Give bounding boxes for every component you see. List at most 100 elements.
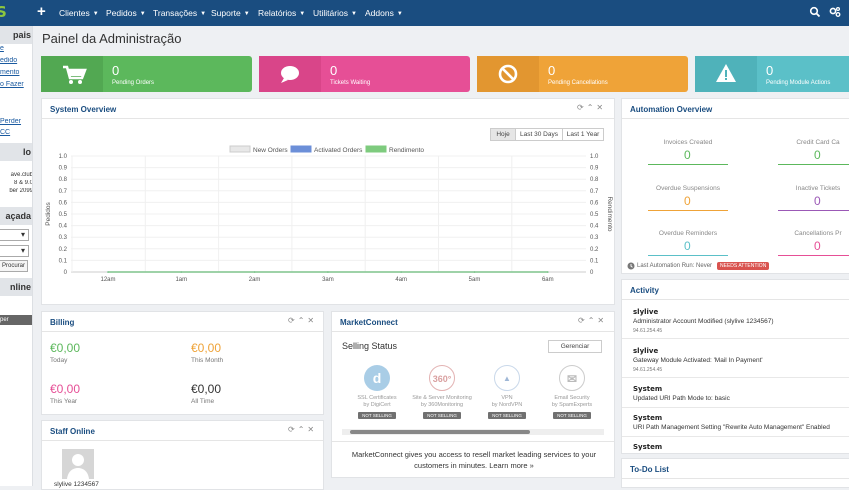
nav-pedidos[interactable]: Pedidos ▼ [106,8,146,18]
activity-text: Gateway Module Activated: 'Mail In Payme… [633,357,763,364]
stat-value: 0 [548,63,556,78]
sidebar-link[interactable]: edido [0,57,32,64]
series-point [253,271,256,273]
y-tick-label: 0.6 [59,200,68,206]
series-point [547,271,549,273]
add-new-icon[interactable]: + [37,3,46,20]
stat-pending-cancellations[interactable]: 0 Pending Cancellations [477,56,688,92]
service-ssl[interactable]: d SSL Certificates by DigiCert NOT SELLI… [346,365,408,419]
search-field-select[interactable] [0,245,29,257]
panel-controls[interactable]: ⟳⌃✕ [288,316,317,325]
automation-progress-bar [648,210,728,211]
automation-value[interactable]: 0 [684,239,691,253]
search-icon[interactable] [809,6,821,18]
x-tick-label: 12am [100,277,115,283]
automation-value[interactable]: 0 [814,148,821,162]
nav-clientes[interactable]: Clientes ▼ [59,8,99,18]
sidebar-user-tag[interactable]: per [0,315,32,325]
panel-controls[interactable]: ⟳⌃✕ [288,425,317,434]
sidebar-link[interactable]: CC [0,129,32,136]
services-scrollbar[interactable] [342,429,604,435]
y-tick-label-right: 0.1 [590,258,599,264]
sidebar: pais e edido mento o Fazer Perder CC lo … [0,26,33,486]
nav-utilitarios[interactable]: Utilitários ▼ [313,8,357,18]
service-monitoring[interactable]: 360° Site & Server Monitoring by 360Moni… [411,365,473,419]
sidebar-heading-shortcuts: pais [0,26,32,44]
stat-label: Pending Cancellations [548,80,608,86]
avatar[interactable] [62,449,94,479]
panel-title: Staff Online [50,427,95,436]
clock-icon [627,262,635,270]
gears-icon[interactable] [829,6,841,18]
panel-controls[interactable]: ⟳⌃✕ [577,103,606,112]
x-tick-label: 6am [542,277,554,283]
legend-label: New Orders [253,147,288,154]
y-tick-label-right: 0.8 [590,177,599,183]
billing-today-value: €0,00 [50,341,81,355]
panel-title: System Overview [50,105,117,114]
panel-title: MarketConnect [340,318,398,327]
needs-attention-badge[interactable]: NEEDS ATTENTION [717,262,770,270]
y-axis-title-right: Rendimento [606,196,613,231]
sidebar-link[interactable]: mento [0,69,32,76]
y-tick-label-right: 0.3 [590,235,599,241]
automation-label: Overdue Reminders [658,230,718,237]
panel-title: Billing [50,318,75,327]
automation-value[interactable]: 0 [814,239,821,253]
automation-value[interactable]: 0 [814,194,821,208]
nav-addons[interactable]: Addons ▼ [365,8,403,18]
todo-panel: To-Do List [621,458,849,488]
top-navbar: S + Clientes ▼ Pedidos ▼ Transações ▼ Supor… [0,0,849,26]
billing-panel: Billing ⟳⌃✕ €0,00 Today €0,00 This Month… [41,311,324,415]
sidebar-link[interactable]: o Fazer [0,81,32,88]
panel-controls[interactable]: ⟳⌃✕ [578,316,607,325]
nordvpn-icon: ▲ [494,365,520,391]
staff-name[interactable]: slylive 1234567 [54,481,99,488]
billing-year-value: €0,00 [50,382,81,396]
sidebar-info-line: ber 2099 [9,188,33,194]
cart-icon [41,56,103,92]
activity-user: System [633,414,663,422]
nav-suporte[interactable]: Suporte ▼ [211,8,250,18]
stat-label: Tickets Waiting [330,80,371,86]
sidebar-link[interactable]: Perder [0,118,32,125]
billing-today-label: Today [50,357,68,364]
stat-tickets-waiting[interactable]: 0 Tickets Waiting [259,56,470,92]
x-tick-label: 4am [395,277,407,283]
scrollbar-thumb[interactable] [350,430,530,434]
manage-button[interactable]: Gerenciar [548,340,602,353]
warning-icon [695,56,757,92]
automation-progress-bar [778,255,849,256]
last-automation-run: Last Automation Run: Never [637,263,713,269]
automation-label: Inactive Tickets [795,185,841,192]
automation-progress-bar [648,255,728,256]
marketconnect-blurb: MarketConnect gives you access to resell… [332,449,616,471]
y-tick-label: 0.5 [59,212,68,218]
panel-title: Automation Overview [630,105,713,114]
logo[interactable]: S [0,3,22,23]
nav-transacoes[interactable]: Transações ▼ [153,8,206,18]
x-tick-label: 1am [175,277,187,283]
search-type-select[interactable] [0,229,29,241]
system-overview-panel: System Overview ⟳⌃✕ Hoje Last 30 Days La… [41,98,615,305]
automation-value[interactable]: 0 [684,148,691,162]
activity-panel: Activity slylive Administrator Account M… [621,279,849,454]
sidebar-link[interactable]: e [0,45,32,52]
legend-swatch [290,145,312,153]
legend-label: Rendimento [389,147,424,154]
y-tick-label-right: 0.2 [590,247,599,253]
stat-pending-module-actions[interactable]: 0 Pending Module Actions [695,56,849,92]
service-email-security[interactable]: ✉ Email Security by SpamExperts NOT SELL… [541,365,603,419]
automation-value[interactable]: 0 [684,194,691,208]
service-vpn[interactable]: ▲ VPN by NordVPN NOT SELLING [476,365,538,419]
nav-relatorios[interactable]: Relatórios ▼ [258,8,305,18]
panel-title: Activity [630,286,659,295]
stat-label: Pending Orders [112,80,155,86]
activity-user: slylive [633,347,659,355]
stat-pending-orders[interactable]: 0 Pending Orders [41,56,252,92]
learn-more-link[interactable]: customers in minutes. Learn more » [332,460,616,471]
legend-swatch [229,145,251,153]
staff-online-panel: Staff Online ⟳⌃✕ slylive 1234567 [41,420,324,490]
series-point [400,271,403,273]
search-submit-button[interactable]: Procurar [0,260,28,272]
